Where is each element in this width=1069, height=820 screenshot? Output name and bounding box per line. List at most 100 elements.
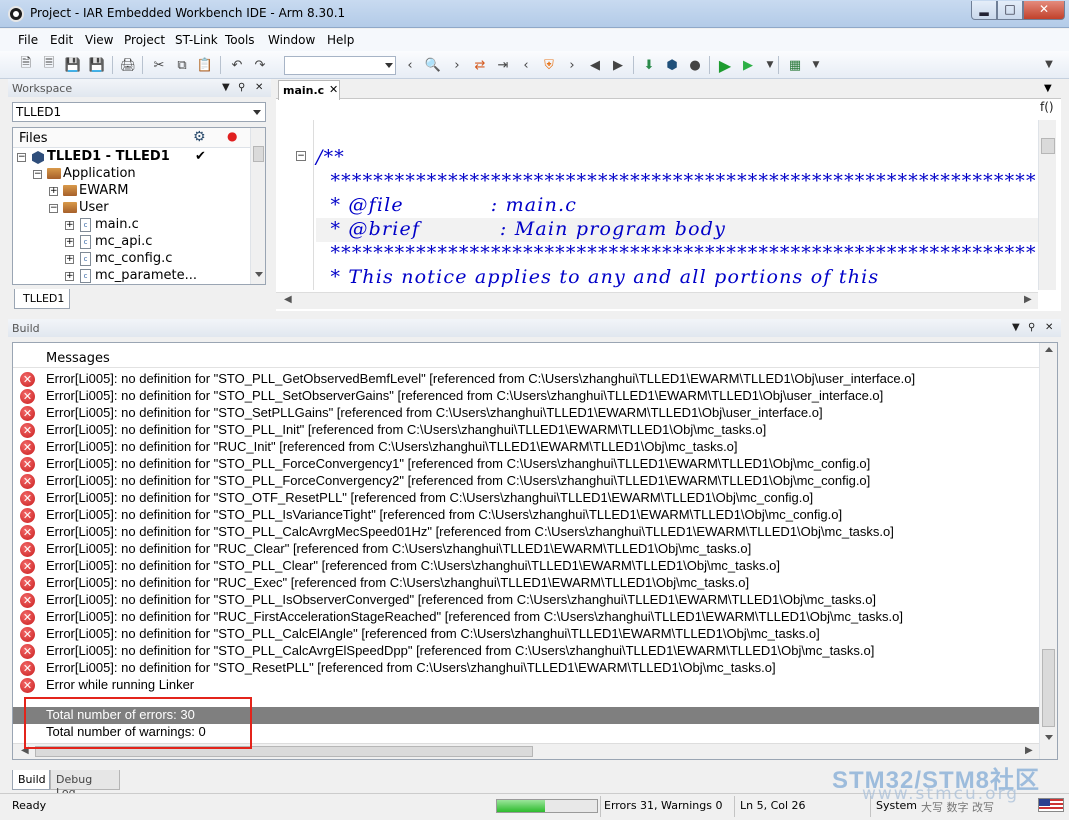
scroll-thumb[interactable] xyxy=(253,146,264,162)
message-row[interactable]: ✕ Error[Li005]: no definition for "RUC_In… xyxy=(13,439,1039,456)
forward-icon[interactable]: › xyxy=(449,57,465,73)
message-row[interactable]: ✕ Error[Li005]: no definition for "STO_PL… xyxy=(13,626,1039,643)
back-icon[interactable]: ‹ xyxy=(402,57,418,73)
save-icon[interactable]: 💾 xyxy=(65,57,81,73)
message-row[interactable]: ✕ Error[Li005]: no definition for "STO_Re… xyxy=(13,660,1039,677)
message-row[interactable]: ✕ Error[Li005]: no definition for "STO_PL… xyxy=(13,371,1039,388)
dropdown-arrow-icon[interactable]: ▼ xyxy=(1041,56,1057,72)
close-window-button[interactable]: ✕ xyxy=(1023,1,1065,20)
message-row[interactable]: ✕ Error[Li005]: no definition for "STO_PL… xyxy=(13,456,1039,473)
prev-location-icon[interactable]: ◀ xyxy=(587,57,603,73)
tab-main-c[interactable]: main.c ✕ xyxy=(278,80,340,100)
next-bookmark-icon[interactable]: › xyxy=(564,57,580,73)
close-panel-icon[interactable]: ✕ xyxy=(255,82,263,93)
messages-vscrollbar[interactable] xyxy=(1039,343,1057,759)
close-tab-icon[interactable]: ✕ xyxy=(329,83,338,96)
close-panel-icon[interactable]: ✕ xyxy=(1045,322,1053,333)
message-row[interactable]: ✕ Error[Li005]: no definition for "RUC_Cl… xyxy=(13,541,1039,558)
collapse-icon[interactable]: − xyxy=(49,204,58,213)
iar-app-icon[interactable] xyxy=(8,6,24,22)
menu-st-link[interactable]: ST-Link xyxy=(175,33,218,47)
toolbar-overflow-icon[interactable]: ▼ xyxy=(808,57,824,73)
collapse-icon[interactable]: − xyxy=(17,153,26,162)
collapse-icon[interactable]: − xyxy=(33,170,42,179)
find-combo[interactable] xyxy=(284,56,396,75)
make-all-icon[interactable]: ▦ xyxy=(787,57,803,73)
menu-project[interactable]: Project xyxy=(124,33,165,47)
function-navigator-icon[interactable]: f() xyxy=(1040,100,1054,114)
scroll-right-icon[interactable]: ▶ xyxy=(1024,294,1032,305)
search-icon[interactable]: 🔍 xyxy=(425,57,441,73)
goto-icon[interactable]: ⇥ xyxy=(495,57,511,73)
next-location-icon[interactable]: ▶ xyxy=(610,57,626,73)
new-file-icon[interactable]: 🗏 xyxy=(41,56,57,73)
fold-icon[interactable]: − xyxy=(296,151,306,161)
message-row[interactable]: ✕ Error[Li005]: no definition for "STO_PL… xyxy=(13,592,1039,609)
message-row[interactable]: ✕ Error[Li005]: no definition for "STO_Se… xyxy=(13,405,1039,422)
editor-vscrollbar[interactable] xyxy=(1038,120,1056,290)
expand-icon[interactable]: + xyxy=(65,238,74,247)
scroll-up-icon[interactable] xyxy=(1045,347,1053,352)
tab-build[interactable]: Build xyxy=(12,770,50,790)
menu-file[interactable]: File xyxy=(18,33,38,47)
configuration-select[interactable]: TLLED1 xyxy=(12,102,266,122)
scroll-down-icon[interactable] xyxy=(255,272,263,277)
scroll-down-icon[interactable] xyxy=(1045,735,1053,740)
scroll-thumb[interactable] xyxy=(1042,649,1055,727)
maximize-button[interactable]: □ xyxy=(997,1,1023,20)
minimize-button[interactable]: ▂ xyxy=(971,1,997,20)
expand-icon[interactable]: + xyxy=(65,272,74,281)
debug-without-download-icon[interactable]: ▶ xyxy=(740,57,756,73)
message-row[interactable]: ✕ Error while running Linker xyxy=(13,677,1039,694)
toggle-bookmark-icon[interactable]: ⇄ xyxy=(472,57,488,73)
toggle-breakpoint-icon[interactable]: ⛨ xyxy=(541,57,557,73)
code-view[interactable]: − /** **********************************… xyxy=(278,120,1038,290)
prev-bookmark-icon[interactable]: ‹ xyxy=(518,57,534,73)
tab-tlled1[interactable]: TLLED1 xyxy=(14,289,70,309)
menu-edit[interactable]: Edit xyxy=(50,33,73,47)
expand-icon[interactable]: + xyxy=(49,187,58,196)
stop-build-icon[interactable]: ● xyxy=(687,57,703,73)
menu-tools[interactable]: Tools xyxy=(225,33,255,47)
message-row[interactable]: ✕ Error[Li005]: no definition for "STO_PL… xyxy=(13,473,1039,490)
tab-debug-log[interactable]: Debug Log xyxy=(50,770,120,799)
settings-gear-icon[interactable]: ⚙ xyxy=(193,129,206,145)
menu-view[interactable]: View xyxy=(85,33,113,47)
tab-list-icon[interactable]: ▼ xyxy=(1044,83,1052,94)
editor-hscrollbar[interactable]: ◀ ▶ xyxy=(276,292,1038,309)
pin-icon[interactable]: ⚲ xyxy=(1028,322,1035,333)
panel-menu-icon[interactable]: ▼ xyxy=(222,82,230,93)
message-row[interactable]: ✕ Error[Li005]: no definition for "STO_PL… xyxy=(13,643,1039,660)
scroll-right-icon[interactable]: ▶ xyxy=(1025,745,1033,756)
message-row[interactable]: ✕ Error[Li005]: no definition for "STO_PL… xyxy=(13,507,1039,524)
panel-menu-icon[interactable]: ▼ xyxy=(1012,322,1020,333)
download-debug-icon[interactable]: ▶ xyxy=(717,56,733,75)
scroll-left-icon[interactable]: ◀ xyxy=(284,294,292,305)
paste-icon[interactable]: 📋 xyxy=(197,57,213,73)
new-workspace-icon[interactable]: 🗎 xyxy=(18,56,34,73)
tree-item-project[interactable]: − TLLED1 - TLLED1 ✔ xyxy=(13,149,251,166)
message-row[interactable]: ✕ Error[Li005]: no definition for "STO_PL… xyxy=(13,422,1039,439)
print-icon[interactable]: 🖨 xyxy=(120,57,137,73)
message-row[interactable]: ✕ Error[Li005]: no definition for "STO_OT… xyxy=(13,490,1039,507)
message-row[interactable]: ✕ Error[Li005]: no definition for "STO_PL… xyxy=(13,524,1039,541)
message-row[interactable]: ✕ Error[Li005]: no definition for "STO_PL… xyxy=(13,388,1039,405)
expand-icon[interactable]: + xyxy=(65,255,74,264)
pin-icon[interactable]: ⚲ xyxy=(238,82,245,93)
copy-icon[interactable]: ⧉ xyxy=(174,57,190,73)
tree-scrollbar[interactable] xyxy=(250,128,265,284)
message-row[interactable]: ✕ Error[Li005]: no definition for "STO_PL… xyxy=(13,558,1039,575)
message-row[interactable]: ✕ Error[Li005]: no definition for "RUC_Ex… xyxy=(13,575,1039,592)
make-icon[interactable]: ⬢ xyxy=(664,57,680,73)
compile-icon[interactable]: ⬇ xyxy=(641,57,657,73)
scroll-thumb[interactable] xyxy=(1041,138,1055,154)
menu-help[interactable]: Help xyxy=(327,33,354,47)
undo-icon[interactable]: ↶ xyxy=(229,57,245,73)
redo-icon[interactable]: ↷ xyxy=(252,57,268,73)
menu-window[interactable]: Window xyxy=(268,33,315,47)
save-all-icon[interactable]: 💾 xyxy=(89,57,105,73)
cut-icon[interactable]: ✂ xyxy=(151,57,167,73)
expand-icon[interactable]: + xyxy=(65,221,74,230)
chevron-down-icon[interactable]: ▼ xyxy=(762,57,778,73)
message-row[interactable]: ✕ Error[Li005]: no definition for "RUC_Fi… xyxy=(13,609,1039,626)
